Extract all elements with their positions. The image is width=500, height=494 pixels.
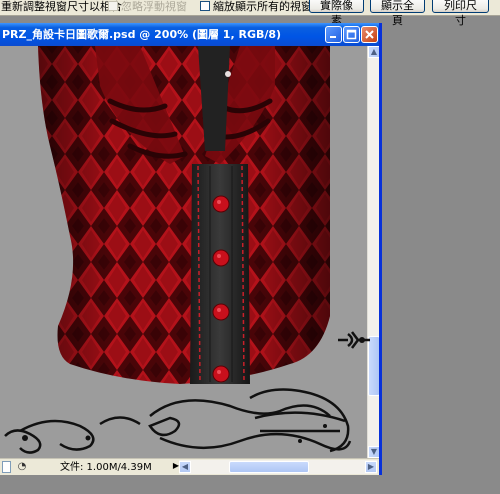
document-size-status: 文件: 1.00M/4.39M [60,462,152,473]
status-info-icon[interactable]: ◔ [16,461,28,473]
fit-screen-button[interactable]: 顯示全頁 [370,0,425,27]
actual-pixels-button[interactable]: 實際像素 [309,0,364,27]
horizontal-scroll-thumb[interactable] [229,461,309,473]
maximize-icon[interactable] [343,26,360,43]
ornament-flourish [4,388,352,454]
workspace-background [382,16,500,494]
vertical-scrollbar[interactable]: ▲ ▼ [367,46,379,458]
options-bar: 重新調整視窗尺寸以相合 忽略浮動視窗 縮放顯示所有的視窗 實際像素 顯示全頁 列… [0,0,500,27]
document-title: PRZ_角設卡日圖歌爾.psd @ 200% (圖層 1, RGB/8) [2,28,282,41]
status-bar: ◔ 文件: 1.00M/4.39M ▶ ◀ ▶ [0,458,379,475]
resize-windows-label[interactable]: 重新調整視窗尺寸以相合 [1,0,122,13]
zoom-level-field[interactable] [2,461,11,473]
close-icon[interactable] [361,26,378,43]
ignore-palettes-label: 忽略浮動視窗 [121,0,187,13]
minimize-icon[interactable] [325,26,342,43]
image-canvas[interactable] [0,46,367,458]
vest-artwork [4,46,352,454]
scroll-right-icon[interactable]: ▶ [365,461,377,473]
print-size-button[interactable]: 列印尺寸 [432,0,489,27]
scroll-down-icon[interactable]: ▼ [368,446,379,458]
horizontal-scrollbar[interactable]: ◀ ▶ [179,460,377,474]
zoom-all-windows-checkbox[interactable] [200,1,210,11]
scroll-left-icon[interactable]: ◀ [179,461,191,473]
document-window: PRZ_角設卡日圖歌爾.psd @ 200% (圖層 1, RGB/8) ▲ ▼… [0,23,382,475]
ignore-palettes-checkbox [108,1,118,11]
document-titlebar[interactable]: PRZ_角設卡日圖歌爾.psd @ 200% (圖層 1, RGB/8) [0,23,379,46]
zoom-all-windows-label[interactable]: 縮放顯示所有的視窗 [213,0,312,13]
scroll-up-icon[interactable]: ▲ [368,46,379,58]
ornament-tip-icon [338,331,370,349]
